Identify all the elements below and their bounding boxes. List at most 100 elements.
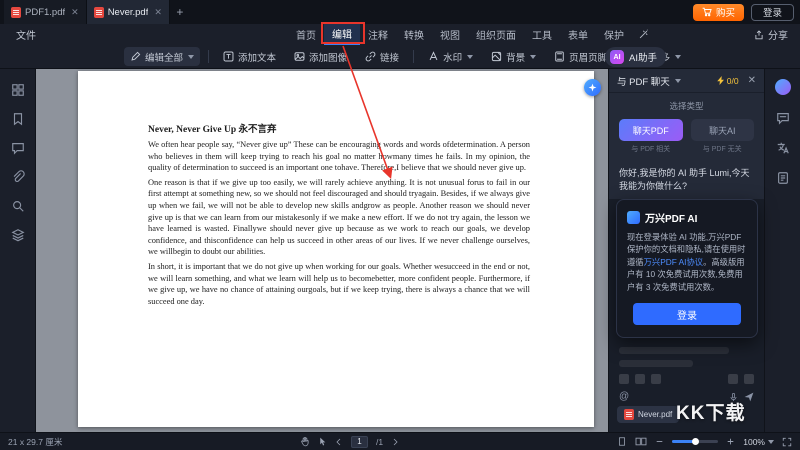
buy-button[interactable]: 购买 — [693, 4, 744, 21]
quick-action-icon[interactable] — [744, 374, 754, 384]
menu-home[interactable]: 首页 — [288, 24, 324, 45]
quick-actions-row — [619, 374, 754, 384]
tab-label: PDF1.pdf — [25, 7, 65, 18]
statusbar: 21 x 29.7 厘米 1 /1 — [0, 432, 800, 450]
floating-assistant-button[interactable] — [584, 79, 601, 96]
mention-icon[interactable]: @ — [619, 391, 629, 402]
add-text-button[interactable]: 添加文本 — [217, 47, 282, 66]
thumbnails-icon[interactable] — [11, 83, 25, 97]
quick-action-icon[interactable] — [728, 374, 738, 384]
ai-agreement-link[interactable]: 万兴PDF AI协议 — [644, 257, 703, 267]
watermark-button[interactable]: 水印 — [422, 47, 479, 66]
layers-icon[interactable] — [11, 228, 25, 242]
page-number-input[interactable]: 1 — [351, 436, 368, 448]
watermark-icon — [428, 51, 439, 62]
notes-icon[interactable] — [776, 171, 790, 185]
ai-chat-panel: 与 PDF 聊天 0/0 ✕ 选择类型 聊天PDF 聊天AI 与 PDF 相关 … — [608, 69, 764, 432]
tab-label: Never.pdf — [108, 7, 149, 18]
wondershare-logo-icon — [627, 211, 640, 224]
chat-ai-toggle[interactable]: 聊天AI — [691, 119, 755, 141]
pdf-page[interactable]: Never, Never Give Up 永不言弃 We often hear … — [78, 71, 594, 427]
cart-icon — [702, 7, 712, 17]
fullscreen-icon[interactable] — [782, 437, 792, 447]
single-page-view-icon[interactable] — [617, 436, 627, 447]
quick-action-icon[interactable] — [651, 374, 661, 384]
quick-action-icon[interactable] — [619, 374, 629, 384]
popup-body: 现在登录体验 AI 功能,万兴PDF 保护你的文档和隐私,请在使用时遵循万兴PD… — [627, 231, 747, 293]
previous-page-icon[interactable] — [335, 438, 343, 446]
login-button[interactable]: 登录 — [751, 4, 794, 21]
popup-login-button[interactable]: 登录 — [633, 303, 741, 325]
magic-wand-icon[interactable] — [638, 29, 649, 40]
background-button[interactable]: 背景 — [485, 47, 542, 66]
close-panel-icon[interactable]: ✕ — [748, 75, 756, 86]
share-button[interactable]: 分享 — [754, 24, 788, 45]
menu-organize-pages[interactable]: 组织页面 — [468, 24, 524, 45]
menu-convert[interactable]: 转换 — [396, 24, 432, 45]
edit-all-button[interactable]: 编辑全部 — [124, 47, 200, 66]
tab-pdf1[interactable]: PDF1.pdf ✕ — [4, 0, 87, 24]
zoom-slider-knob[interactable] — [692, 438, 699, 445]
paragraph: In short, it is important that we do not… — [148, 261, 530, 307]
page-size-label: 21 x 29.7 厘米 — [8, 436, 62, 448]
search-icon[interactable] — [11, 199, 25, 213]
chat-ai-caption: 与 PDF 无关 — [691, 144, 755, 154]
chat-pdf-toggle[interactable]: 聊天PDF — [619, 119, 683, 141]
credits-counter[interactable]: 0/0 — [717, 76, 739, 86]
right-sidebar — [764, 69, 800, 432]
menu-protect[interactable]: 保护 — [596, 24, 632, 45]
background-icon — [491, 51, 502, 62]
chat-with-pdf-dropdown[interactable]: 与 PDF 聊天 — [617, 74, 670, 88]
header-footer-icon — [554, 51, 565, 62]
translate-icon[interactable] — [776, 141, 790, 155]
select-tool-icon[interactable] — [318, 436, 327, 447]
hand-tool-icon[interactable] — [300, 436, 310, 447]
ai-avatar-icon[interactable] — [775, 79, 791, 95]
link-button[interactable]: 链接 — [359, 47, 405, 66]
chat-bubble-icon[interactable] — [776, 111, 790, 125]
document-viewport[interactable]: Never, Never Give Up 永不言弃 We often hear … — [36, 69, 608, 432]
quick-action-icon[interactable] — [635, 374, 645, 384]
close-tab-icon[interactable]: ✕ — [71, 7, 79, 18]
link-icon — [365, 51, 376, 62]
menu-view[interactable]: 视图 — [432, 24, 468, 45]
attached-file-chip[interactable]: Never.pdf — [617, 406, 679, 423]
comment-icon[interactable] — [11, 141, 25, 155]
close-tab-icon[interactable]: ✕ — [154, 7, 162, 18]
share-icon — [754, 30, 764, 40]
chevron-down-icon — [768, 440, 774, 444]
add-image-button[interactable]: 添加图像 — [288, 47, 353, 66]
prompt-input-row[interactable]: @ — [619, 391, 754, 402]
next-page-icon[interactable] — [391, 438, 399, 446]
text-icon — [223, 51, 234, 62]
toggle-captions: 与 PDF 相关 与 PDF 无关 — [609, 144, 764, 154]
pdf-file-icon — [624, 409, 634, 420]
dimmed-suggestion — [619, 347, 729, 354]
menu-tools[interactable]: 工具 — [524, 24, 560, 45]
zoom-in-icon[interactable] — [726, 437, 735, 446]
zoom-out-icon[interactable] — [655, 437, 664, 446]
pdf-file-icon — [11, 7, 21, 18]
zoom-level-dropdown[interactable]: 100% — [743, 437, 774, 447]
lightning-icon — [717, 76, 725, 85]
new-tab-button[interactable]: + — [170, 0, 190, 24]
paragraph: We often hear people say, “Never give up… — [148, 139, 530, 174]
pdf-editor-window: PDF1.pdf ✕ Never.pdf ✕ + 购买 登录 文件 首页 编辑 … — [0, 0, 800, 450]
tab-never[interactable]: Never.pdf ✕ — [87, 0, 170, 24]
menu-edit[interactable]: 编辑 — [324, 24, 360, 45]
menu-comment[interactable]: 注释 — [360, 24, 396, 45]
zoom-slider[interactable] — [672, 440, 718, 443]
mic-icon[interactable] — [729, 392, 738, 402]
menu-file[interactable]: 文件 — [10, 24, 42, 45]
attachment-icon[interactable] — [11, 170, 25, 184]
send-icon[interactable] — [744, 392, 754, 402]
menubar: 文件 首页 编辑 注释 转换 视图 组织页面 工具 表单 保护 分享 — [0, 24, 800, 45]
chevron-down-icon — [675, 79, 681, 83]
ai-assistant-button[interactable]: AI AI助手 — [605, 47, 666, 67]
menu-form[interactable]: 表单 — [560, 24, 596, 45]
two-page-view-icon[interactable] — [635, 436, 647, 447]
buy-label: 购买 — [716, 5, 735, 19]
share-label: 分享 — [768, 27, 788, 42]
chevron-down-icon — [675, 55, 681, 59]
bookmark-icon[interactable] — [11, 112, 25, 126]
